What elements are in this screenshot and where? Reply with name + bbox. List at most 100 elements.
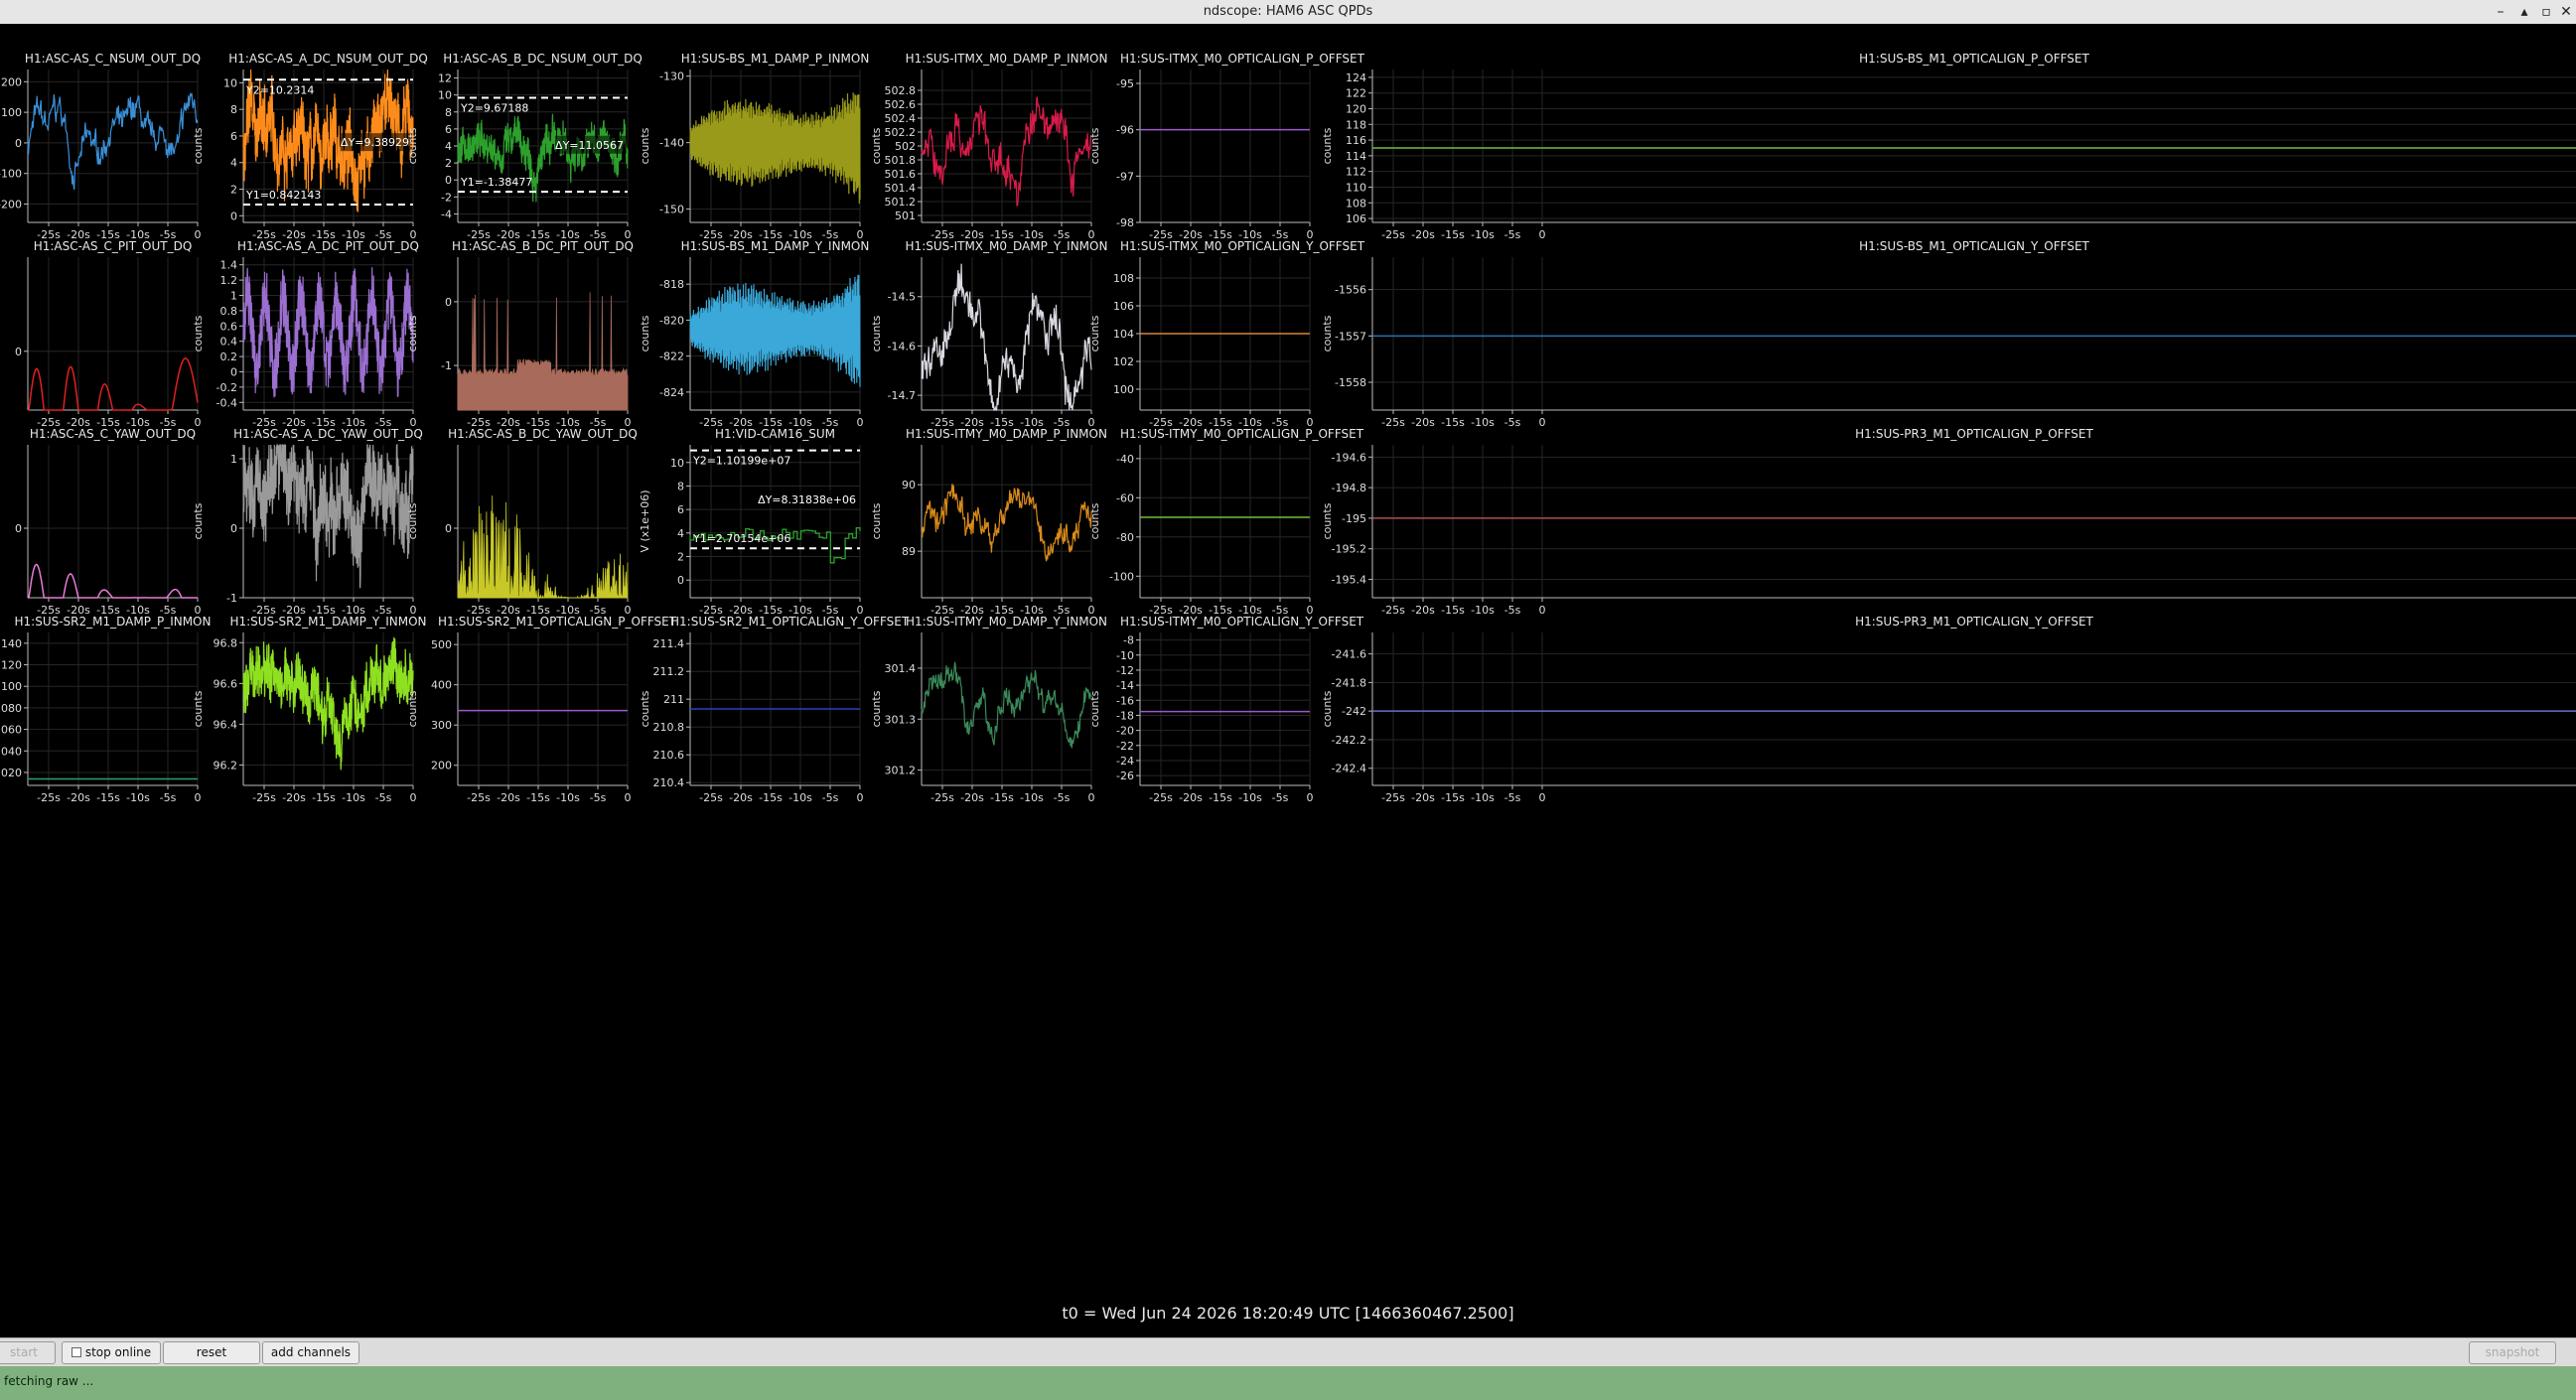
y-tick-label: 0 [445, 174, 452, 187]
x-tick-label: -5s [160, 791, 177, 804]
y-tick-label: -96 [1116, 124, 1134, 137]
plot-title: H1:SUS-ITMY_M0_DAMP_Y_INMON [905, 615, 1108, 629]
y-axis-label: counts [1088, 127, 1101, 164]
y-tick-label: 1020 [0, 767, 22, 779]
y-axis-label: counts [639, 127, 651, 164]
plot-23[interactable]: -25s -20s -15s -10s -5s 0 500 400 300 200 counts [406, 632, 632, 804]
y-axis-label: counts [870, 690, 883, 727]
plot-title: H1:ASC-AS_B_DC_YAW_OUT_DQ [448, 427, 638, 441]
x-tick-label: -25s [930, 791, 954, 804]
plot-2[interactable]: -25s -20s -15s -10s -5s 0121086420-2-4countsY… [406, 70, 632, 241]
y-tick-label: 122 [1346, 87, 1366, 100]
plot-background [1372, 70, 2576, 222]
plot-20[interactable]: -25s -20s -15s -10s -5s 0-194.6-194.8-195-195… [1321, 445, 2576, 617]
plot-25[interactable]: -25s -20s -15s -10s -5s 0 301.4 301.3 301.2 count… [870, 632, 1095, 804]
plot-0[interactable]: -25s-20s-15s-10s-5s02001000-100-200 [0, 70, 202, 241]
y-tick-label: -242 [1342, 705, 1366, 718]
x-tick-label: -25s [1149, 791, 1173, 804]
y-tick-label: 116 [1346, 134, 1366, 147]
y-tick-label: 108 [1346, 197, 1366, 210]
y-axis-label: counts [192, 315, 205, 351]
plot-background [922, 632, 1091, 785]
y-tick-label: 1060 [0, 724, 22, 737]
y-tick-label: -818 [659, 278, 684, 291]
cursor-delta-label: ΔY=8.31838e+06 [758, 493, 856, 506]
y-tick-label: 501.6 [885, 168, 917, 181]
y-tick-label: 0 [15, 522, 22, 535]
x-tick-label: 0 [857, 791, 864, 804]
plot-15[interactable]: -25s -20s -15s -10s -5s 010-1counts [192, 444, 417, 617]
y-tick-label: 400 [431, 679, 452, 692]
y-tick-label: -40 [1116, 453, 1134, 466]
y-tick-label: -0.2 [216, 381, 237, 394]
y-axis-label: counts [1321, 127, 1334, 164]
y-tick-label: 0 [230, 210, 237, 222]
x-tick-label: -20s [497, 791, 520, 804]
plot-3[interactable]: -25s -20s -15s -10s -5s 0-130-140-150counts [639, 70, 864, 241]
y-axis-label: counts [870, 502, 883, 539]
y-tick-label: -194.8 [1332, 482, 1366, 494]
y-tick-label: 200 [1, 75, 22, 88]
y-tick-label: -140 [659, 137, 684, 150]
y-tick-label: 100 [1, 106, 22, 119]
plot-26[interactable]: -25s -20s -15s -10s -5s 0 -8 -10 -12 -14 -16 -18 -20… [1088, 632, 1314, 804]
plot-9[interactable]: -25s -20s -15s -10s -5s 00-1counts [406, 257, 632, 429]
plot-22[interactable]: -25s -20s -15s -10s -5s 0 96.8 96.6 96.4 96.2 coun… [192, 632, 417, 804]
stop-online-button[interactable]: stop online [62, 1341, 161, 1364]
y-axis-label: counts [192, 127, 205, 164]
plot-title: H1:SUS-ITMX_M0_OPTICALIGN_Y_OFFSET [1120, 239, 1365, 253]
plots-canvas[interactable]: -25s-20s-15s-10s-5s02001000-100-200-25s-… [0, 24, 2576, 1315]
plot-10[interactable]: -25s -20s -15s -10s -5s 0-818-820-822-824coun… [639, 257, 864, 429]
plot-19[interactable]: -25s -20s -15s -10s -5s 0-40-60-80-100counts [1088, 445, 1314, 617]
x-tick-label: -5s [590, 791, 607, 804]
close-icon[interactable]: ✕ [2556, 2, 2576, 22]
y-tick-label: 500 [431, 638, 452, 651]
y-tick-label: 8 [230, 103, 237, 116]
y-tick-label: -195.2 [1332, 543, 1366, 556]
y-tick-label: 6 [230, 130, 237, 143]
y-tick-label: -1556 [1335, 284, 1366, 297]
plot-18[interactable]: -25s -20s -15s -10s -5s 09089counts [870, 445, 1095, 617]
plot-6[interactable]: -25s -20s -15s -10s -5s 012412212011811611411… [1321, 70, 2576, 241]
plot-11[interactable]: -25s -20s -15s -10s -5s 0-14.5-14.6-14.7count… [870, 257, 1095, 429]
plot-background [690, 445, 860, 598]
y-axis-label: counts [1088, 315, 1101, 351]
plot-5[interactable]: -25s -20s -15s -10s -5s 0-95-96-97-98counts [1088, 70, 1314, 241]
plot-24[interactable]: -25s -20s -15s -10s -5s 0 211.4 211.2 211 210.8 21… [639, 632, 864, 804]
add-channels-button[interactable]: add channels [262, 1341, 359, 1364]
restore-icon[interactable]: ▴ [2514, 2, 2534, 22]
plot-1[interactable]: -25s -20s -15s -10s -5s 01086420countsY2=10.2… [192, 69, 417, 241]
x-tick-label: -25s [252, 791, 276, 804]
plot-8[interactable]: -25s -20s -15s -10s -5s 01.41.210.80.60.40.20… [192, 257, 417, 429]
y-tick-label: -14.6 [888, 340, 916, 352]
plot-title: H1:ASC-AS_A_DC_YAW_OUT_DQ [233, 427, 423, 441]
plot-17[interactable]: -25s -20s -15s -10s -5s 01086420V (x1e+06)Y2=… [639, 445, 864, 617]
y-tick-label: 4 [677, 527, 684, 540]
start-online-button[interactable]: start online [0, 1341, 56, 1380]
reset-button[interactable]: reset [163, 1341, 260, 1364]
y-tick-label: -241.8 [1332, 676, 1366, 689]
snapshot-button[interactable]: snapshot [2469, 1341, 2556, 1364]
y-tick-label: 1080 [0, 702, 22, 715]
plot-7[interactable]: -25s -20s -15s -10s -5s 00 [15, 257, 202, 429]
y-tick-label: -820 [659, 314, 684, 327]
minimize-icon[interactable]: – [2491, 2, 2510, 22]
plot-13[interactable]: -25s -20s -15s -10s -5s 0-1556-1557-1558count… [1321, 257, 2576, 429]
y-tick-label: 1.4 [220, 259, 238, 272]
x-tick-label: -5s [1054, 791, 1071, 804]
y-tick-label: 301.2 [885, 765, 917, 777]
maximize-icon[interactable]: ▫ [2536, 2, 2556, 22]
plot-4[interactable]: -25s -20s -15s -10s -5s 0502.8502.6502.4502.2… [870, 70, 1095, 241]
plot-27[interactable]: -25s -20s -15s -10s -5s 0 -241.6 -241.8 -242 -242… [1321, 632, 2576, 804]
plot-14[interactable]: -25s -20s -15s -10s -5s 00 [15, 445, 202, 617]
y-tick-label: -95 [1116, 77, 1134, 90]
plot-background [1372, 445, 2576, 598]
x-tick-label: -5s [375, 791, 392, 804]
y-axis-label: counts [1321, 690, 1334, 727]
y-tick-label: 96.4 [214, 718, 238, 731]
plot-background [1372, 257, 2576, 410]
plot-21[interactable]: -25s -20s -15s -10s -5s 0 1140 1120 1100 1080 1060… [0, 632, 202, 804]
plot-16[interactable]: -25s -20s -15s -10s -5s 00counts [406, 445, 632, 617]
y-tick-label: 90 [902, 479, 916, 491]
plot-12[interactable]: -25s -20s -15s -10s -5s 0108106104102100count… [1088, 257, 1314, 429]
